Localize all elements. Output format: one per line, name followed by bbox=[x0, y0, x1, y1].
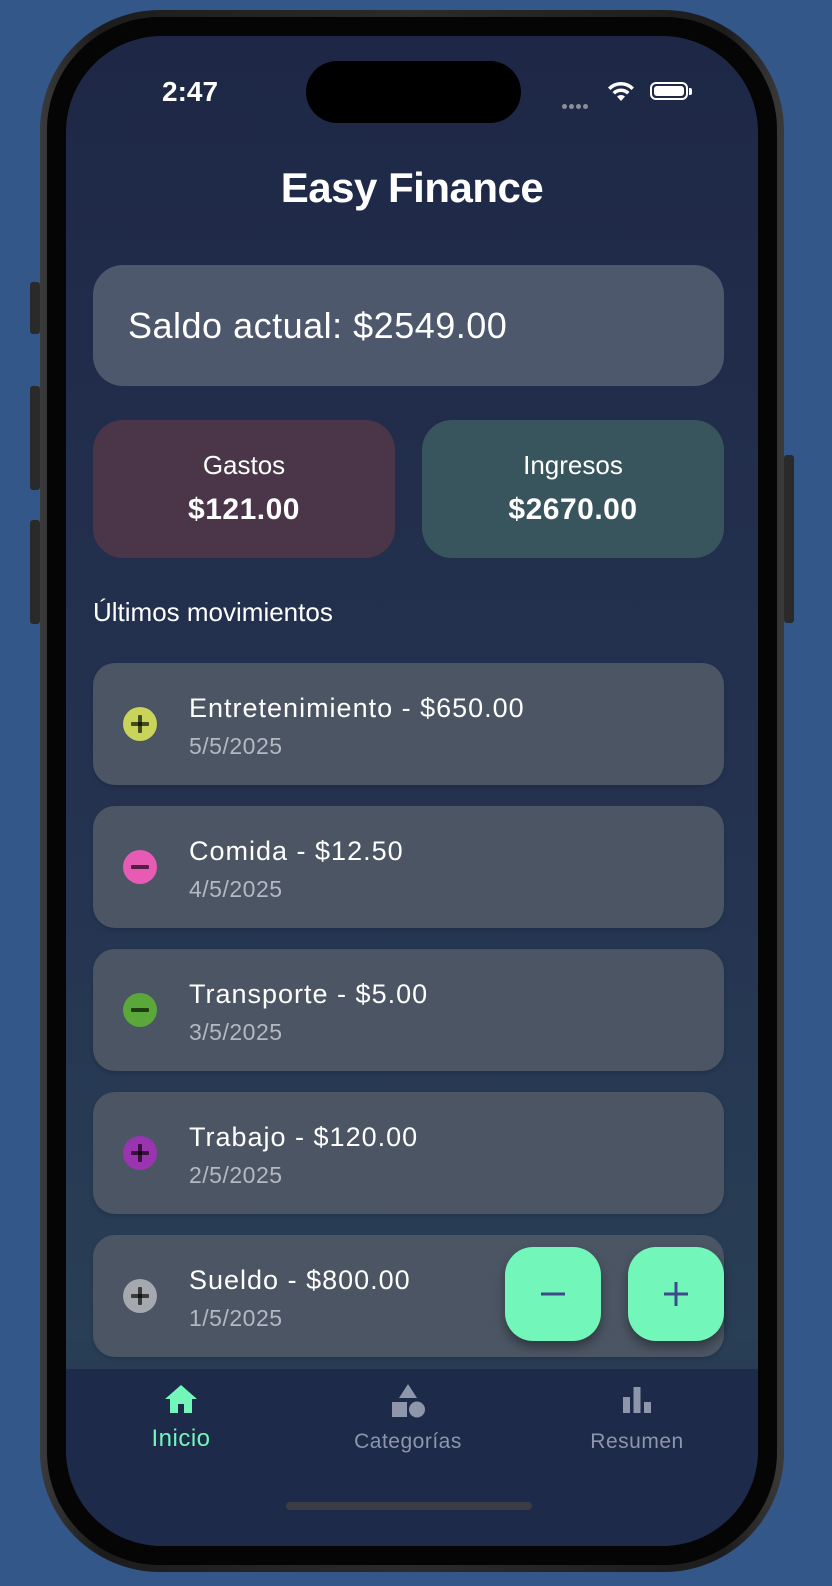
transaction-title: Entretenimiento - $650.00 bbox=[189, 693, 525, 723]
tab-inicio[interactable]: Inicio bbox=[66, 1369, 296, 1479]
plus-circle-icon bbox=[123, 1279, 157, 1313]
transaction-item[interactable]: Transporte - $5.00 3/5/2025 bbox=[93, 949, 724, 1071]
transaction-date: 3/5/2025 bbox=[189, 1019, 283, 1045]
transaction-item[interactable]: Entretenimiento - $650.00 5/5/2025 bbox=[93, 663, 724, 785]
app-title: Easy Finance bbox=[280, 164, 544, 211]
transaction-title: Trabajo - $120.00 bbox=[189, 1122, 419, 1152]
transaction-item[interactable]: Comida - $12.50 4/5/2025 bbox=[93, 806, 724, 928]
tab-label: Inicio bbox=[151, 1425, 211, 1452]
expenses-label: Gastos bbox=[202, 450, 286, 480]
recent-transactions-heading: Últimos movimientos bbox=[93, 597, 333, 627]
transaction-item[interactable]: Trabajo - $120.00 2/5/2025 bbox=[93, 1092, 724, 1214]
minus-icon bbox=[541, 1292, 565, 1296]
cellular-signal-icon bbox=[562, 96, 590, 114]
transaction-date: 1/5/2025 bbox=[189, 1305, 283, 1331]
balance-card: Saldo actual: $2549.00 bbox=[93, 265, 724, 386]
volume-up-button bbox=[30, 386, 40, 490]
shapes-icon bbox=[392, 1384, 425, 1418]
transaction-title: Comida - $12.50 bbox=[189, 836, 404, 866]
add-income-button[interactable] bbox=[628, 1247, 724, 1341]
income-value: $2670.00 bbox=[508, 493, 638, 526]
silent-switch bbox=[30, 282, 40, 334]
wifi-icon bbox=[608, 81, 634, 101]
plus-circle-icon bbox=[123, 1136, 157, 1170]
app-screen: 2:47 Easy Finance Saldo actual: $2549.00… bbox=[66, 36, 758, 1546]
income-card: Ingresos $2670.00 bbox=[422, 420, 724, 558]
transaction-date: 2/5/2025 bbox=[189, 1162, 283, 1188]
tab-categorias[interactable]: Categorías bbox=[293, 1369, 523, 1479]
tab-label: Categorías bbox=[354, 1430, 462, 1453]
bottom-tab-bar: Inicio Categorías Resumen bbox=[66, 1369, 758, 1546]
minus-circle-icon bbox=[123, 850, 157, 884]
home-icon bbox=[165, 1385, 197, 1413]
expenses-value: $121.00 bbox=[188, 493, 300, 526]
expenses-card: Gastos $121.00 bbox=[93, 420, 395, 558]
dynamic-island bbox=[306, 61, 521, 123]
battery-icon bbox=[650, 82, 692, 100]
minus-circle-icon bbox=[123, 993, 157, 1027]
balance-text: Saldo actual: $2549.00 bbox=[128, 305, 508, 346]
transaction-title: Transporte - $5.00 bbox=[189, 979, 429, 1009]
plus-icon bbox=[664, 1282, 688, 1306]
transaction-date: 4/5/2025 bbox=[189, 876, 283, 902]
transaction-title: Sueldo - $800.00 bbox=[189, 1265, 411, 1295]
tab-resumen[interactable]: Resumen bbox=[522, 1369, 752, 1479]
tab-label: Resumen bbox=[590, 1430, 684, 1453]
power-button bbox=[784, 455, 794, 623]
home-indicator[interactable] bbox=[286, 1502, 532, 1510]
income-label: Ingresos bbox=[523, 450, 623, 480]
volume-down-button bbox=[30, 520, 40, 624]
plus-circle-icon bbox=[123, 707, 157, 741]
add-expense-button[interactable] bbox=[505, 1247, 601, 1341]
transaction-date: 5/5/2025 bbox=[189, 733, 283, 759]
bar-chart-icon bbox=[623, 1387, 651, 1413]
status-time: 2:47 bbox=[162, 76, 219, 107]
